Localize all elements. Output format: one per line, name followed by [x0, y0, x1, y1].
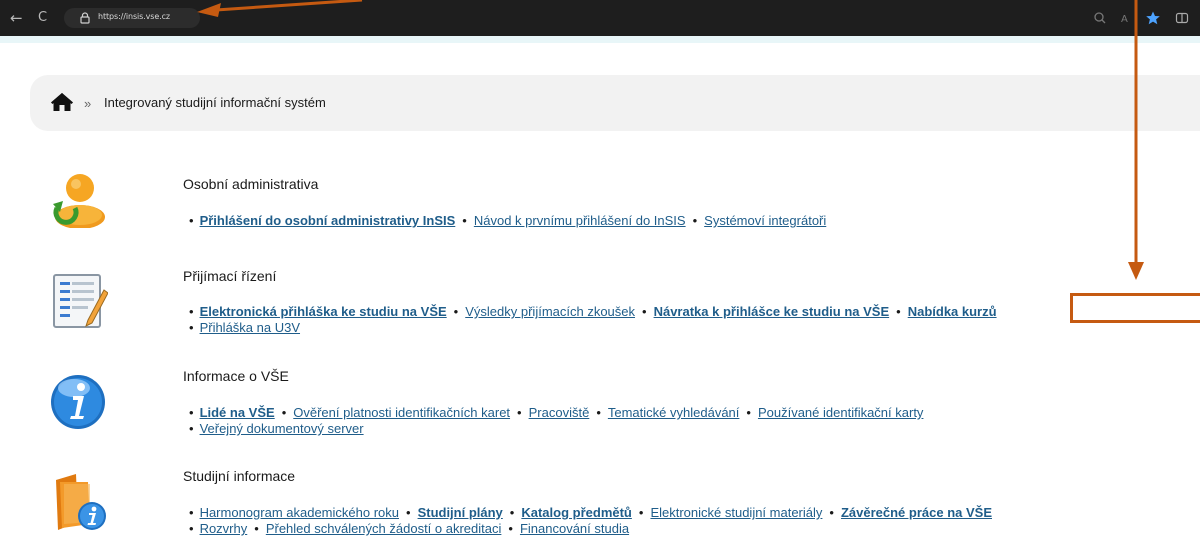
link-first-login-guide[interactable]: Návod k prvnímu přihlášení do InSIS — [474, 213, 686, 228]
url-text: https://insis.vse.cz — [98, 12, 171, 21]
section-title: Osobní administrativa — [183, 176, 319, 192]
zoom-icon[interactable] — [1092, 10, 1108, 26]
links-line: • Elektronická přihláška ke studiu na VŠE… — [189, 304, 997, 319]
home-icon[interactable] — [50, 92, 74, 112]
link-login-insis[interactable]: Přihlášení do osobní administrativy InSI… — [200, 213, 456, 228]
section-title: Přijímací řízení — [183, 268, 277, 284]
link-accreditation-requests[interactable]: Přehled schválených žádostí o akreditaci — [266, 521, 502, 536]
breadcrumb: » Integrovaný studijní informační systém — [30, 75, 1200, 131]
section-title: Informace o VŠE — [183, 368, 289, 384]
links-line: • Harmonogram akademického roku • Studijní … — [189, 505, 992, 520]
link-study-plans[interactable]: Studijní plány — [418, 505, 503, 520]
course-arrow-head — [1128, 262, 1144, 280]
user-refresh-icon — [53, 174, 105, 228]
annotation-highlight-box — [1070, 293, 1200, 323]
link-schedules[interactable]: Rozvrhy — [200, 521, 248, 536]
back-icon[interactable]: ← — [10, 9, 23, 27]
link-thematic-search[interactable]: Tematické vyhledávání — [608, 405, 740, 420]
page-top-strip — [0, 36, 1200, 43]
lock-icon — [80, 12, 90, 24]
links-line: • Přihlášení do osobní administrativy InS… — [189, 213, 827, 228]
link-people[interactable]: Lidé na VŠE — [200, 405, 275, 420]
link-departments[interactable]: Pracoviště — [529, 405, 590, 420]
links-line: • Rozvrhy • Přehled schválených žádostí o a… — [189, 521, 630, 536]
split-screen-icon[interactable] — [1174, 10, 1190, 26]
breadcrumb-current: Integrovaný studijní informační systém — [104, 95, 326, 110]
link-academic-calendar[interactable]: Harmonogram akademického roku — [200, 505, 399, 520]
link-e-application[interactable]: Elektronická přihláška ke studiu na VŠE — [200, 304, 447, 319]
link-course-offer[interactable]: Nabídka kurzů — [908, 304, 997, 319]
links-line: • Lidé na VŠE • Ověření platnosti identifik… — [189, 405, 924, 420]
link-course-catalog[interactable]: Katalog předmětů — [521, 505, 632, 520]
breadcrumb-separator: » — [84, 96, 92, 111]
link-id-cards-used[interactable]: Používané identifikační karty — [758, 405, 923, 420]
link-system-integrators[interactable]: Systémoví integrátoři — [704, 213, 826, 228]
link-id-card-validity[interactable]: Ověření platnosti identifikačních karet — [293, 405, 510, 420]
svg-text:A: A — [1121, 14, 1128, 25]
folder-info-icon — [56, 474, 106, 530]
read-aloud-icon[interactable]: A — [1118, 10, 1134, 26]
link-e-materials[interactable]: Elektronické studijní materiály — [650, 505, 822, 520]
link-theses[interactable]: Závěrečné práce na VŠE — [841, 505, 992, 520]
link-application-return[interactable]: Návratka k přihlášce ke studiu na VŠE — [654, 304, 890, 319]
favorite-star-icon[interactable] — [1145, 10, 1161, 26]
link-exam-results[interactable]: Výsledky přijímacích zkoušek — [465, 304, 635, 319]
info-icon — [51, 375, 105, 429]
form-pencil-icon — [53, 274, 108, 328]
browser-toolbar: ← C https://insis.vse.cz A — [0, 0, 1200, 36]
links-line: • Přihláška na U3V — [189, 320, 301, 335]
link-document-server[interactable]: Veřejný dokumentový server — [200, 421, 364, 436]
link-u3v-application[interactable]: Přihláška na U3V — [200, 320, 300, 335]
links-line: • Veřejný dokumentový server — [189, 421, 364, 436]
section-title: Studijní informace — [183, 468, 296, 484]
address-bar[interactable]: https://insis.vse.cz — [64, 8, 200, 28]
reload-icon[interactable]: C — [38, 9, 47, 27]
link-study-financing[interactable]: Financování studia — [520, 521, 629, 536]
